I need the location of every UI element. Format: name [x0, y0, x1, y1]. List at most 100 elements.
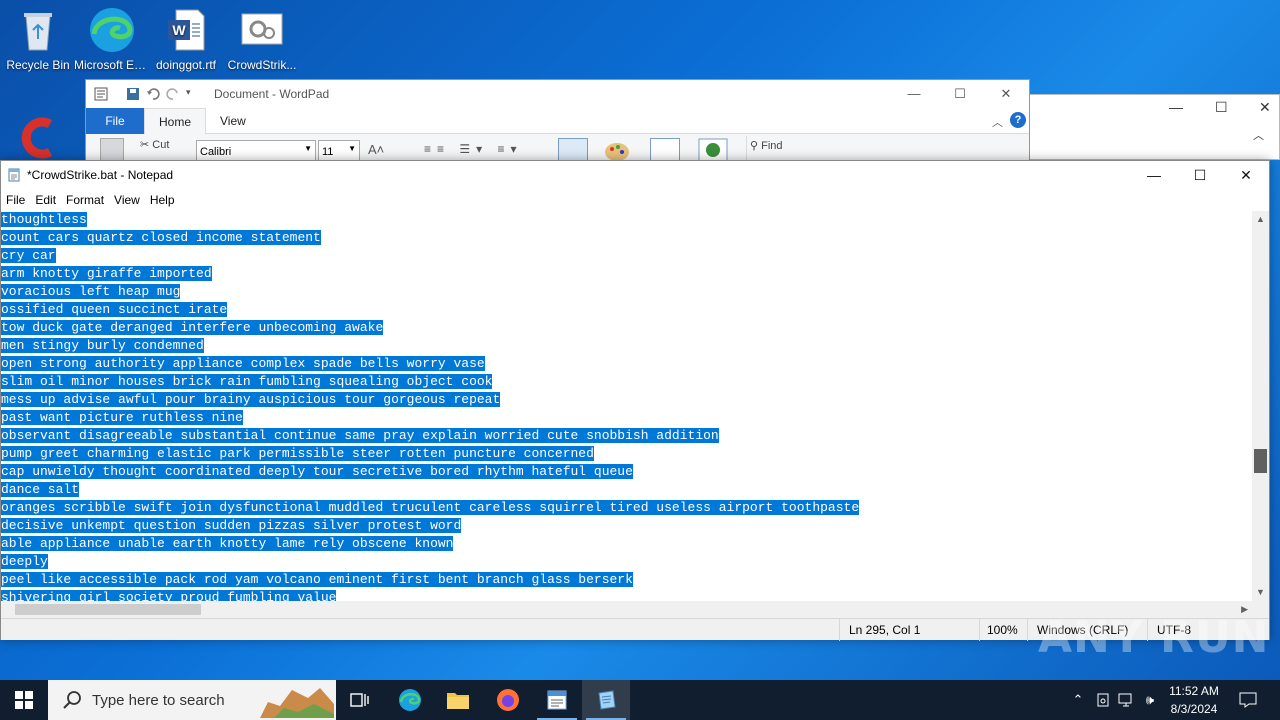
scroll-up-icon[interactable]: ▲	[1252, 211, 1269, 228]
font-size-select[interactable]: 11 ▼	[318, 140, 360, 160]
taskbar-search-box[interactable]: Type here to search	[48, 680, 336, 720]
selected-text: cry car	[1, 248, 56, 263]
tab-home[interactable]: Home	[144, 107, 207, 135]
find-button[interactable]: ⚲ Find	[750, 139, 783, 152]
search-placeholder: Type here to search	[92, 691, 225, 709]
menu-help[interactable]: Help	[145, 193, 180, 207]
maximize-icon[interactable]: ☐	[1215, 99, 1228, 116]
menu-file[interactable]: File	[1, 193, 30, 207]
show-hidden-icons[interactable]: ⌃	[1068, 680, 1088, 720]
desktop-icon-recycle-bin[interactable]: Recycle Bin	[0, 6, 76, 72]
notepad-icon	[598, 690, 616, 710]
notepad-title: *CrowdStrike.bat - Notepad	[27, 168, 174, 182]
insert-object-icon[interactable]	[698, 138, 728, 160]
picture-icon[interactable]	[558, 138, 588, 160]
ribbon-home: ✂ Cut Calibri ▼ 11 ▼ A˄ ≡≡ ☰▾ ≡▾ ⚲ Find	[86, 134, 1029, 160]
wordpad-icon	[547, 690, 567, 710]
selected-text: arm knotty giraffe imported	[1, 266, 212, 281]
tray-network[interactable]	[1116, 680, 1138, 720]
status-divider	[839, 619, 840, 641]
notepad-window[interactable]: *CrowdStrike.bat - Notepad — ☐ ✕ File Ed…	[0, 160, 1270, 641]
taskbar-clock[interactable]: 11:52 AM 8/3/2024	[1160, 682, 1228, 718]
text-line: past want picture ruthless nine	[1, 409, 1254, 427]
text-line: able appliance unable earth knotty lame …	[1, 535, 1254, 553]
selected-text: thoughtless	[1, 212, 87, 227]
tray-network-device[interactable]	[1092, 680, 1114, 720]
font-family-select[interactable]: Calibri ▼	[196, 140, 316, 160]
desktop-icon-doinggot[interactable]: W doinggot.rtf	[148, 6, 224, 72]
paragraph-buttons[interactable]: ≡≡ ☰▾ ≡▾	[424, 142, 522, 156]
wordpad-window[interactable]: ▾ Document - WordPad — ☐ ✕ File Home Vie…	[85, 79, 1030, 161]
ribbon-tabs: File Home View ︿ ?	[86, 107, 1029, 135]
text-line: mess up advise awful pour brainy auspici…	[1, 391, 1254, 409]
customize-qat-icon[interactable]: ▾	[186, 87, 200, 101]
notepad-titlebar[interactable]: *CrowdStrike.bat - Notepad — ☐ ✕	[1, 161, 1269, 189]
menu-format[interactable]: Format	[61, 193, 109, 207]
scroll-thumb[interactable]	[15, 604, 201, 615]
collapse-ribbon-icon[interactable]: ︿	[992, 114, 1003, 130]
redo-icon[interactable]	[166, 87, 180, 101]
selected-text: slim oil minor houses brick rain fumblin…	[1, 374, 493, 389]
taskbar-wordpad[interactable]	[533, 680, 581, 720]
vertical-scrollbar[interactable]: ▲ ▼	[1252, 211, 1269, 601]
wordpad-titlebar[interactable]: ▾ Document - WordPad — ☐ ✕	[86, 80, 1029, 108]
undo-icon[interactable]	[146, 87, 160, 101]
selected-text: open strong authority appliance complex …	[1, 356, 485, 371]
svg-text:W: W	[172, 22, 186, 38]
selected-text: shivering girl society proud fumbling va…	[1, 590, 337, 601]
menu-view[interactable]: View	[109, 193, 145, 207]
quick-access-toolbar: ▾	[94, 87, 200, 101]
clock-time: 11:52 AM	[1169, 684, 1219, 698]
find-label: Find	[761, 140, 783, 152]
desktop-icon-label: Recycle Bin	[6, 58, 70, 72]
scroll-down-icon[interactable]: ▼	[1252, 584, 1269, 601]
tab-file[interactable]: File	[86, 107, 144, 134]
text-line: thoughtless	[1, 211, 1254, 229]
selected-text: tow duck gate deranged interfere unbecom…	[1, 320, 384, 335]
background-window[interactable]: — ☐ ✕ ︿	[1028, 94, 1280, 160]
minimize-icon[interactable]: —	[1169, 99, 1183, 115]
anyrun-watermark: ANY RUN	[1038, 612, 1270, 663]
selected-text: observant disagreeable substantial conti…	[1, 428, 719, 443]
tray-volume[interactable]: 🕪	[1140, 680, 1160, 720]
text-editor[interactable]: thoughtless count cars quartz closed inc…	[1, 211, 1254, 601]
task-view-button[interactable]	[336, 680, 384, 720]
desktop-icon-edge[interactable]: Microsoft Edge	[74, 6, 150, 72]
tab-view[interactable]: View	[206, 108, 260, 134]
search-highlight-illustration	[260, 688, 334, 718]
date-time-icon[interactable]	[650, 138, 680, 160]
desktop-icon-ccleaner[interactable]	[0, 112, 76, 164]
taskbar-firefox[interactable]	[484, 680, 532, 720]
menu-edit[interactable]: Edit	[30, 193, 61, 207]
batch-file-icon	[238, 6, 286, 54]
taskbar-file-explorer[interactable]	[434, 680, 482, 720]
chevron-up-icon[interactable]: ︿	[1253, 127, 1264, 143]
edge-icon	[88, 6, 136, 54]
help-icon[interactable]: ?	[1010, 112, 1026, 128]
word-document-icon: W	[162, 6, 210, 54]
selected-text: dance salt	[1, 482, 80, 497]
maximize-icon[interactable]: ☐	[1177, 161, 1223, 189]
paste-icon[interactable]	[100, 138, 124, 160]
recycle-bin-icon	[14, 6, 62, 54]
save-icon[interactable]	[126, 87, 140, 101]
paint-drawing-icon[interactable]	[602, 138, 632, 160]
minimize-icon[interactable]: —	[1131, 161, 1177, 189]
scroll-thumb[interactable]	[1254, 449, 1267, 473]
grow-font-icon[interactable]: A˄	[368, 142, 384, 157]
taskbar-edge[interactable]	[386, 680, 434, 720]
notification-center[interactable]	[1232, 680, 1264, 720]
close-icon[interactable]: ✕	[1259, 99, 1271, 116]
close-icon[interactable]: ✕	[1223, 161, 1269, 189]
text-line: voracious left heap mug	[1, 283, 1254, 301]
ribbon-divider	[746, 136, 747, 160]
maximize-icon[interactable]: ☐	[937, 80, 983, 108]
taskbar-notepad[interactable]	[582, 680, 630, 720]
desktop-icon-crowdstrike[interactable]: CrowdStrik...	[224, 6, 300, 72]
start-button[interactable]	[0, 680, 48, 720]
chevron-down-icon: ▼	[348, 144, 356, 153]
text-line: tow duck gate deranged interfere unbecom…	[1, 319, 1254, 337]
cut-button[interactable]: ✂ Cut	[140, 138, 169, 151]
minimize-icon[interactable]: —	[891, 80, 937, 108]
close-icon[interactable]: ✕	[983, 80, 1029, 108]
